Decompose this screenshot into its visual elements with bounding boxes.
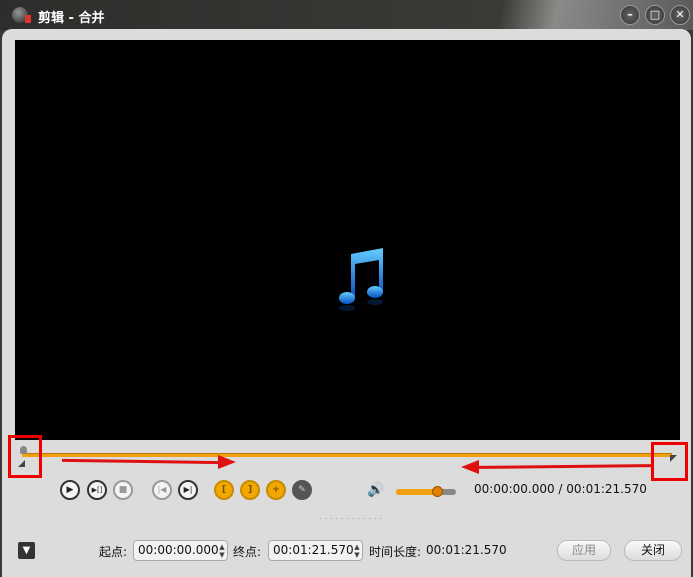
music-note-icon: [339, 248, 383, 311]
edit-button[interactable]: ✎: [292, 480, 312, 500]
end-time-input[interactable]: 00:01:21.570 ▲▼: [268, 540, 363, 561]
start-time-value: 00:00:00.000: [138, 543, 219, 557]
volume-fill: [396, 489, 437, 495]
timeline-track[interactable]: [22, 453, 672, 457]
play-selection-button[interactable]: ▶[]: [87, 480, 107, 500]
video-preview: [15, 40, 680, 440]
window-title: 剪辑 - 合并: [38, 11, 105, 26]
highlight-box-end: [651, 442, 688, 481]
maximize-button[interactable]: □: [645, 5, 665, 25]
start-spinner[interactable]: ▲▼: [218, 543, 226, 559]
start-time-input[interactable]: 00:00:00.000 ▲▼: [133, 540, 228, 561]
highlight-box-start: [8, 435, 42, 478]
time-display: 00:00:00.000 / 00:01:21.570: [474, 482, 647, 496]
expand-button[interactable]: ▼: [18, 542, 35, 559]
previous-button[interactable]: |◀: [152, 480, 172, 500]
volume-thumb[interactable]: [431, 486, 443, 497]
set-start-button[interactable]: [: [214, 480, 234, 500]
resize-grip[interactable]: ˙˙˙˙˙˙˙˙˙˙˙˙: [318, 518, 384, 528]
stop-button[interactable]: ■: [113, 480, 133, 500]
duration-label: 时间长度:: [369, 545, 422, 559]
arrowhead-left-icon: [461, 460, 479, 474]
app-icon: [12, 7, 31, 23]
duration-value: 00:01:21.570: [426, 543, 507, 557]
end-spinner[interactable]: ▲▼: [353, 543, 361, 559]
minimize-button[interactable]: –: [620, 5, 640, 25]
title-bar: 剪辑 - 合并 – □ ✕: [0, 0, 693, 30]
close-button[interactable]: 关闭: [624, 540, 682, 561]
volume-icon[interactable]: 🔊: [367, 482, 384, 498]
end-label: 终点:: [233, 545, 262, 559]
close-window-button[interactable]: ✕: [670, 5, 690, 25]
set-end-button[interactable]: ]: [240, 480, 260, 500]
next-button[interactable]: ▶|: [178, 480, 198, 500]
play-button[interactable]: ▶: [60, 480, 80, 500]
arrowhead-right-icon: [218, 455, 236, 469]
add-clip-button[interactable]: +: [266, 480, 286, 500]
apply-button[interactable]: 应用: [557, 540, 611, 561]
start-label: 起点:: [99, 545, 128, 559]
volume-slider[interactable]: [396, 486, 456, 497]
end-time-value: 00:01:21.570: [273, 543, 354, 557]
